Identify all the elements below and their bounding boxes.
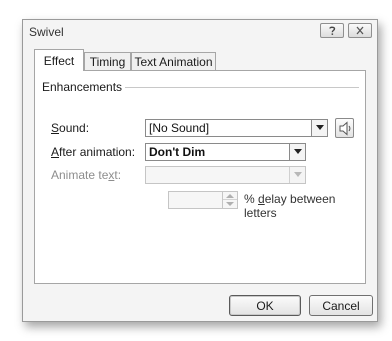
delay-label-accesskey: d <box>258 192 265 206</box>
sound-dropdown-arrow[interactable] <box>311 120 327 136</box>
delay-increment-button[interactable] <box>223 192 237 200</box>
speaker-icon <box>339 121 351 136</box>
after-animation-label: After animation: <box>51 145 135 159</box>
sound-dropdown[interactable]: [No Sound] <box>145 119 328 137</box>
chevron-down-icon <box>316 125 324 130</box>
after-animation-dropdown-arrow[interactable] <box>289 144 305 160</box>
tab-text-animation[interactable]: Text Animation <box>131 52 216 70</box>
delay-spinner[interactable] <box>168 191 238 209</box>
help-button[interactable] <box>320 23 344 38</box>
animate-text-label-post: t: <box>114 168 122 182</box>
group-divider <box>125 87 359 88</box>
effect-panel: Enhancements Sound: [No Sound] After ani… <box>34 70 366 284</box>
chevron-down-icon <box>294 149 302 154</box>
tab-effect[interactable]: Effect <box>34 49 84 71</box>
animate-text-dropdown-arrow[interactable] <box>289 167 305 183</box>
chevron-down-icon <box>294 172 302 177</box>
question-mark-icon <box>329 26 336 35</box>
delay-input[interactable] <box>169 192 221 208</box>
sound-value: [No Sound] <box>149 121 210 135</box>
cancel-button[interactable]: Cancel <box>309 295 373 316</box>
swivel-dialog: Swivel Effect Timing Text Animation Enha… <box>22 19 378 322</box>
dialog-title: Swivel <box>29 25 64 39</box>
delay-label-pre: % <box>244 192 259 206</box>
chevron-up-icon <box>226 194 234 198</box>
after-animation-dropdown[interactable]: Don't Dim <box>145 143 306 161</box>
animate-text-dropdown[interactable] <box>145 166 306 184</box>
sound-label-accesskey: S <box>51 121 60 135</box>
sound-preview-button[interactable] <box>335 118 354 138</box>
after-animation-value: Don't Dim <box>149 145 206 159</box>
animate-text-label-pre: Animate te <box>51 168 109 182</box>
after-animation-label-post: fter animation: <box>59 145 136 159</box>
close-x-icon <box>356 26 364 35</box>
delay-decrement-button[interactable] <box>223 200 237 208</box>
chevron-down-icon <box>226 202 234 206</box>
enhancements-group-label: Enhancements <box>42 80 127 94</box>
sound-label: Sound: <box>51 121 89 135</box>
title-bar: Swivel <box>23 20 377 46</box>
ok-button[interactable]: OK <box>229 295 301 316</box>
close-button[interactable] <box>348 23 372 38</box>
sound-label-post: ound: <box>59 121 90 135</box>
delay-label: % delay between letters <box>244 192 365 220</box>
delay-spinner-buttons <box>222 192 237 208</box>
tab-timing[interactable]: Timing <box>84 52 131 70</box>
after-animation-label-accesskey: A <box>51 145 60 159</box>
animate-text-label: Animate text: <box>51 168 121 182</box>
